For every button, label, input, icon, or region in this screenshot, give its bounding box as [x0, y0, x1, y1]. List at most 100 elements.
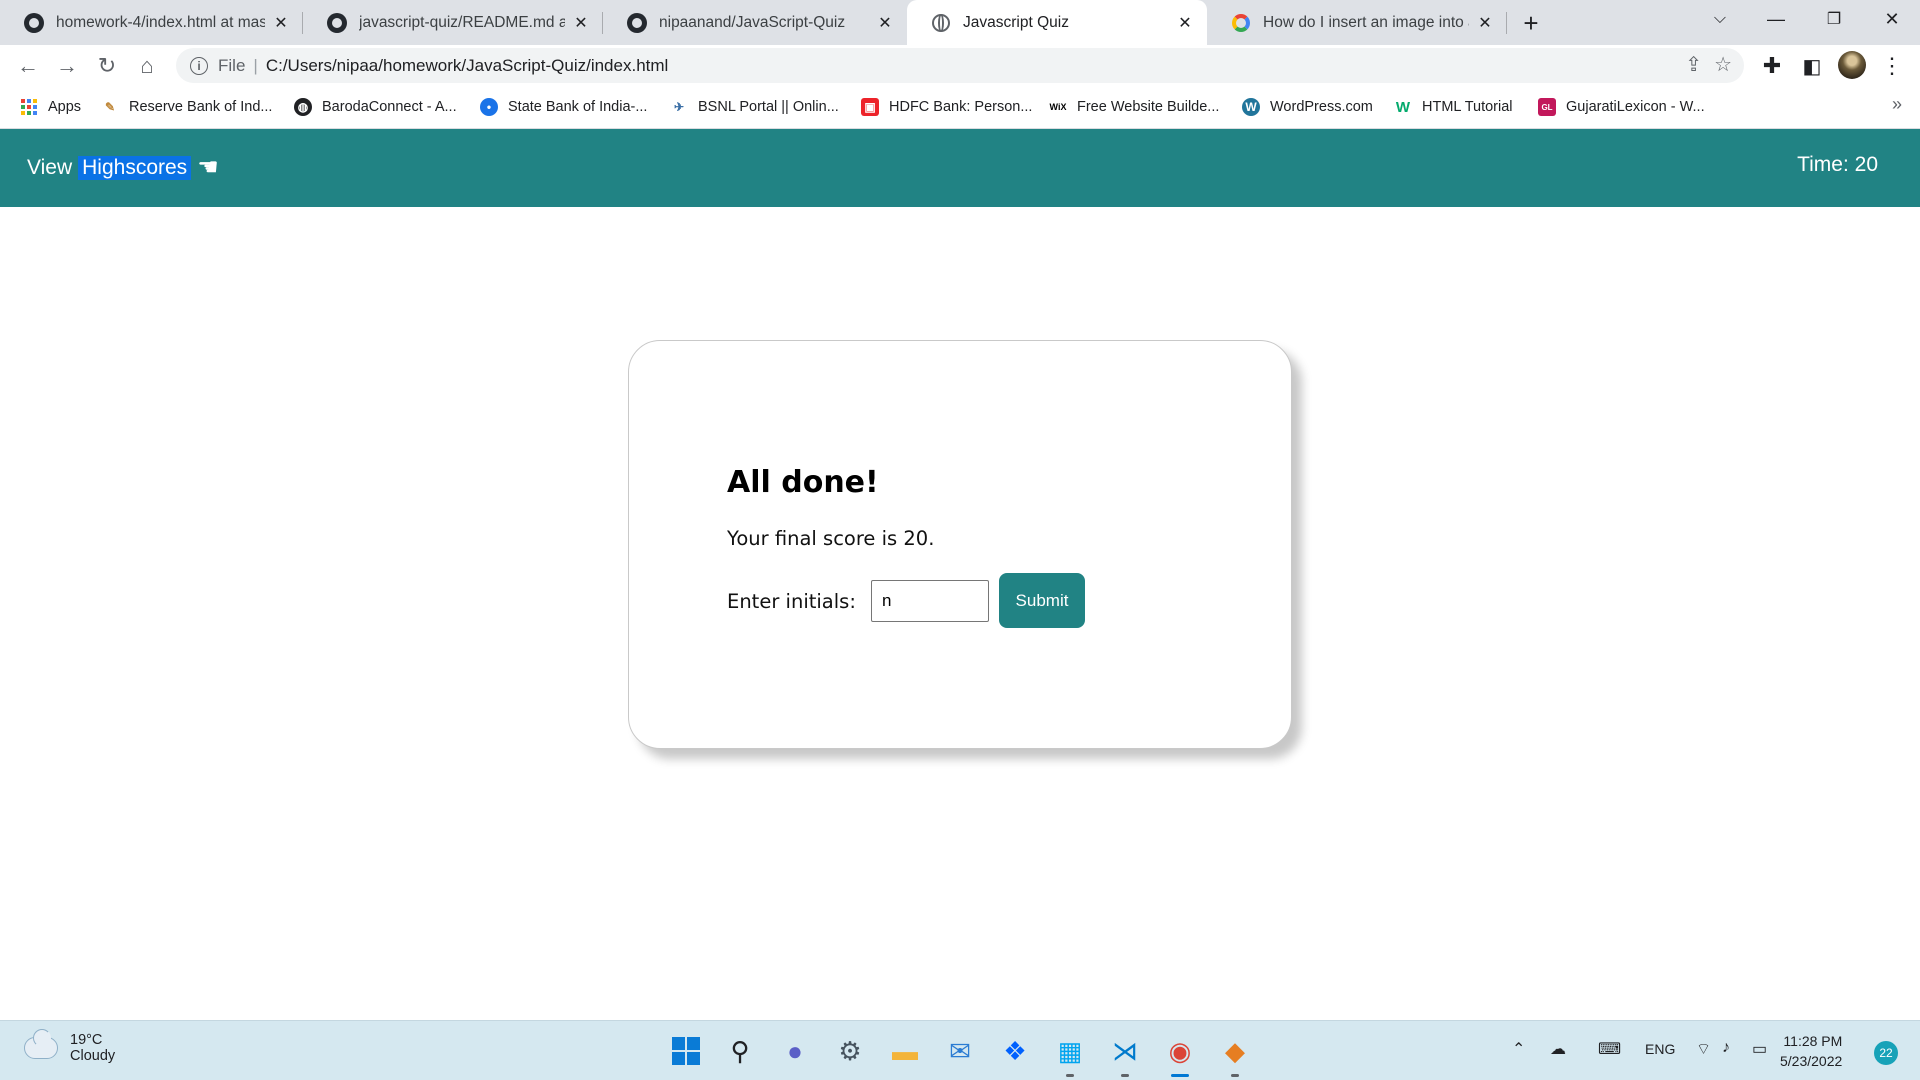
url-text[interactable]: C:/Users/nipaa/homework/JavaScript-Quiz/… [266, 56, 668, 76]
clock-time: 11:28 PM [1783, 1033, 1843, 1049]
bookmark-label: GujaratiLexicon - W... [1566, 99, 1705, 115]
minimize-icon[interactable]: — [1748, 0, 1804, 38]
git-client-icon[interactable]: ◆ [1217, 1033, 1253, 1077]
forward-arrow-icon[interactable]: → [51, 50, 83, 82]
tab-strip: homework-4/index.html at maste ✕ javascr… [0, 0, 1920, 45]
tab-javascript-quiz[interactable]: Javascript Quiz ✕ [907, 0, 1207, 45]
bookmark-bsnl[interactable]: ✈ BSNL Portal || Onlin... [670, 96, 839, 118]
tab-close-icon[interactable]: ✕ [875, 13, 895, 33]
gujaratilexicon-logo-icon: GL [1538, 98, 1556, 116]
wifi-icon[interactable]: ⌔ [1696, 1039, 1711, 1059]
view-highscores-link[interactable]: View Highscores ☚ [27, 153, 219, 182]
initials-label: Enter initials: [727, 590, 856, 613]
bookmark-gujaratilexicon[interactable]: GL GujaratiLexicon - W... [1538, 96, 1705, 118]
highscores-label: Highscores [78, 155, 192, 180]
home-icon[interactable]: ⌂ [131, 50, 163, 82]
address-bar[interactable]: i File | C:/Users/nipaa/homework/JavaScr… [176, 48, 1744, 83]
share-icon[interactable]: ⇪ [1685, 52, 1702, 77]
keyboard-icon[interactable]: ⌨ [1598, 1039, 1621, 1059]
volume-icon[interactable]: ♪ [1722, 1039, 1730, 1057]
view-label: View [27, 155, 73, 179]
tab-title: Javascript Quiz [963, 13, 1069, 31]
tab-javascript-quiz-readme[interactable]: javascript-quiz/README.md at m ✕ [303, 0, 603, 45]
language-indicator[interactable]: ENG [1645, 1041, 1675, 1057]
bookmark-star-icon[interactable]: ☆ [1714, 52, 1732, 77]
chevron-up-icon[interactable]: ⌃ [1512, 1039, 1525, 1059]
bookmark-reserve-bank[interactable]: ✎ Reserve Bank of Ind... [101, 96, 273, 118]
tab-close-icon[interactable]: ✕ [571, 13, 591, 33]
chrome-icon[interactable]: ◉ [1162, 1033, 1198, 1077]
w3schools-logo-icon: W [1395, 98, 1411, 116]
github-icon [24, 12, 44, 33]
side-panel-icon[interactable]: ◧ [1796, 50, 1828, 82]
windows-taskbar: 19°C Cloudy ⚲ ● ⚙ ▬ ✉ ❖ ▦ ⋊ ◉ ◆ ⌃ ☁ ⌨ EN… [0, 1020, 1920, 1080]
globe-icon: ◍ [294, 98, 312, 116]
tab-homework-4[interactable]: homework-4/index.html at maste ✕ [0, 0, 303, 45]
dropbox-icon[interactable]: ❖ [997, 1033, 1033, 1069]
quiz-header: View Highscores ☚ Time: 20 [0, 129, 1920, 207]
search-icon[interactable]: ⚲ [722, 1033, 758, 1069]
battery-icon[interactable]: ▭ [1752, 1039, 1767, 1059]
tab-close-icon[interactable]: ✕ [271, 13, 291, 33]
bookmark-label: BarodaConnect - A... [322, 99, 457, 115]
bookmarks-overflow-icon[interactable]: » [1892, 94, 1902, 115]
menu-kebab-icon[interactable]: ⋮ [1876, 50, 1908, 82]
bookmark-hdfc[interactable]: ▣ HDFC Bank: Person... [861, 96, 1032, 118]
close-window-icon[interactable]: ✕ [1864, 0, 1920, 38]
windows-logo-icon [672, 1037, 700, 1065]
chat-icon[interactable]: ● [777, 1033, 813, 1069]
mail-icon[interactable]: ✉ [942, 1033, 978, 1069]
final-score-text: Your final score is 20. [727, 527, 935, 550]
github-icon [327, 12, 347, 33]
tab-close-icon[interactable]: ✕ [1175, 13, 1195, 33]
reload-icon[interactable]: ↻ [91, 50, 123, 82]
apps-grid-icon [20, 98, 38, 116]
browser-toolbar: ← → ↻ ⌂ i File | C:/Users/nipaa/homework… [0, 45, 1920, 86]
restore-icon[interactable]: ❐ [1806, 0, 1862, 38]
vscode-icon[interactable]: ⋊ [1107, 1033, 1143, 1077]
wix-logo-icon: WiX [1049, 102, 1067, 112]
bookmark-wordpress[interactable]: W WordPress.com [1242, 96, 1373, 118]
tab-search-chevron-icon[interactable]: ⌵ [1692, 0, 1748, 38]
extensions-puzzle-icon[interactable]: ✚ [1756, 50, 1788, 82]
clock[interactable]: 11:28 PM 5/23/2022 [1780, 1031, 1842, 1071]
hdfc-logo-icon: ▣ [861, 98, 879, 116]
start-button[interactable] [668, 1033, 704, 1069]
tab-insert-image[interactable]: How do I insert an image into a M ✕ [1207, 0, 1507, 45]
tab-close-icon[interactable]: ✕ [1475, 13, 1495, 33]
submit-button[interactable]: Submit [999, 573, 1085, 628]
notification-badge[interactable]: 22 [1874, 1041, 1898, 1065]
timer: Time: 20 [1797, 153, 1878, 176]
onedrive-cloud-icon[interactable]: ☁ [1550, 1039, 1566, 1059]
weather-widget[interactable]: 19°C Cloudy [24, 1029, 115, 1064]
settings-gear-icon[interactable]: ⚙ [832, 1033, 868, 1069]
tab-title: How do I insert an image into a M [1263, 13, 1469, 31]
result-card: All done! Your final score is 20. Enter … [628, 340, 1292, 749]
bookmark-label: HTML Tutorial [1422, 99, 1513, 115]
new-tab-button[interactable]: + [1516, 8, 1546, 38]
clock-date: 5/23/2022 [1780, 1053, 1843, 1069]
bookmark-label: BSNL Portal || Onlin... [698, 99, 839, 115]
bookmark-wix[interactable]: WiX Free Website Builde... [1049, 96, 1220, 118]
bookmark-barodaconnect[interactable]: ◍ BarodaConnect - A... [294, 96, 457, 118]
back-arrow-icon[interactable]: ← [12, 50, 44, 82]
profile-avatar[interactable] [1838, 51, 1866, 79]
bookmarks-bar: Apps ✎ Reserve Bank of Ind... ◍ BarodaCo… [0, 86, 1920, 129]
weather-temp: 19°C [70, 1032, 103, 1048]
bookmark-label: HDFC Bank: Person... [889, 99, 1033, 115]
globe-icon [931, 13, 951, 33]
github-icon [627, 12, 647, 33]
tab-nipaanand-javascript-quiz[interactable]: nipaanand/JavaScript-Quiz ✕ [603, 0, 907, 45]
app-store-icon[interactable]: ▦ [1052, 1033, 1088, 1077]
rbi-logo-icon: ✎ [104, 100, 116, 114]
bookmark-html-tutorial[interactable]: W HTML Tutorial [1394, 96, 1513, 118]
pointing-hand-icon: ☚ [197, 154, 219, 181]
initials-input[interactable] [871, 580, 989, 622]
tab-title: homework-4/index.html at maste [56, 13, 265, 31]
file-explorer-icon[interactable]: ▬ [887, 1033, 923, 1069]
bookmark-sbi[interactable]: • State Bank of India-... [480, 96, 647, 118]
bookmark-apps[interactable]: Apps [20, 96, 81, 118]
info-icon[interactable]: i [190, 56, 208, 75]
google-icon [1231, 13, 1251, 33]
bookmark-label: Reserve Bank of Ind... [129, 99, 273, 115]
